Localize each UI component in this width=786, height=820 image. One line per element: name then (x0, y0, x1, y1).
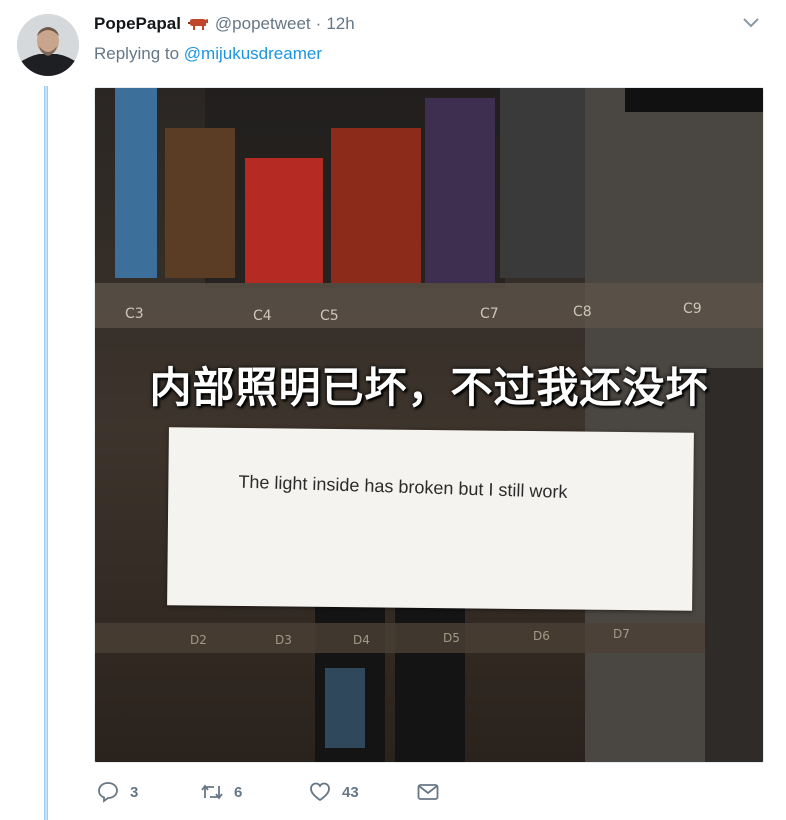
retweet-button[interactable]: 6 (200, 778, 242, 806)
separator-dot: · (315, 14, 322, 33)
display-name[interactable]: PopePapal (94, 14, 181, 34)
overlay-caption: 内部照明已坏，不过我还没坏 (149, 363, 709, 412)
retweet-icon (201, 784, 223, 800)
slot-label: D5 (443, 631, 460, 645)
reply-context: Replying to @mijukusdreamer (94, 44, 322, 64)
slot-label: C5 (320, 308, 339, 324)
heart-icon (310, 782, 330, 802)
tweet-actions: 3 6 43 (94, 778, 494, 806)
slot-label: C9 (683, 301, 702, 317)
slot-label: D6 (533, 629, 550, 643)
avatar-image (17, 14, 79, 76)
reply-count: 3 (130, 783, 139, 801)
thread-connector-line (44, 86, 48, 820)
sign-text: The light inside has broken but I still … (238, 471, 568, 502)
slot-label: C3 (125, 306, 144, 322)
like-button[interactable]: 43 (308, 778, 359, 806)
direct-message-button[interactable] (416, 778, 440, 806)
cow-emoji-icon (187, 16, 209, 32)
like-count: 43 (342, 783, 359, 801)
paper-sign: The light inside has broken but I still … (167, 427, 694, 611)
tweet-media-photo[interactable]: C3 C4 C5 C7 C8 C9 D2 D3 D4 D5 D6 D7 内部照明… (94, 87, 764, 763)
reply-button[interactable]: 3 (96, 778, 138, 806)
reply-to-link[interactable]: @mijukusdreamer (184, 44, 322, 63)
slot-label: C7 (480, 306, 499, 322)
reply-icon (98, 782, 118, 803)
slot-label: C8 (573, 304, 592, 320)
retweet-count: 6 (234, 783, 243, 801)
user-handle[interactable]: @popetweet (215, 14, 311, 34)
timestamp[interactable]: 12h (326, 14, 354, 34)
chevron-down-icon[interactable] (740, 14, 762, 32)
slot-label: D7 (613, 627, 630, 641)
vending-machine-photo: C3 C4 C5 C7 C8 C9 D2 D3 D4 D5 D6 D7 (95, 88, 763, 762)
reply-prefix: Replying to (94, 44, 180, 63)
tweet-header: PopePapal @popetweet · 12h (94, 12, 355, 36)
envelope-icon (417, 784, 439, 800)
slot-label: D3 (275, 633, 292, 647)
slot-label: D4 (353, 633, 370, 647)
slot-label: C4 (253, 308, 272, 324)
slot-label: D2 (190, 633, 207, 647)
avatar[interactable] (17, 14, 79, 76)
